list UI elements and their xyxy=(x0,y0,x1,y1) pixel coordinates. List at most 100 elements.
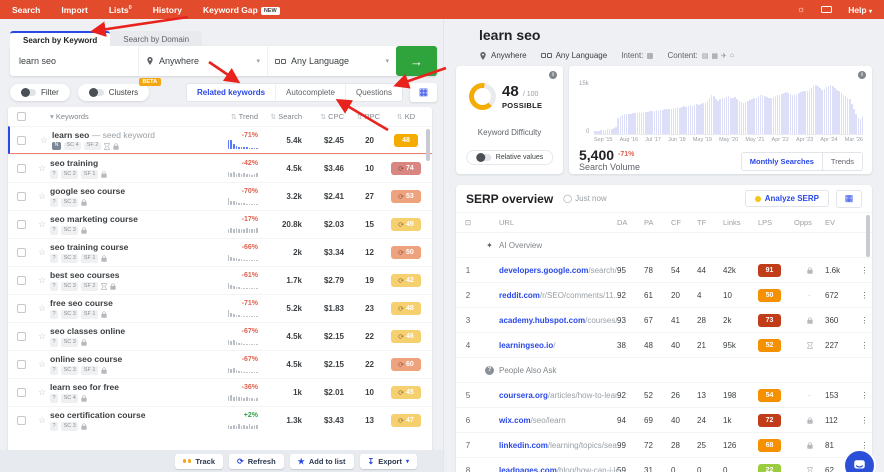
row-menu-icon[interactable]: ⋮ xyxy=(857,266,872,275)
relative-values-toggle[interactable]: Relative values xyxy=(465,150,554,165)
serp-columns-button[interactable]: ▦ xyxy=(836,189,862,208)
kd-refresh-badge[interactable]: ⟳ 48 xyxy=(391,302,421,315)
keyword-row[interactable]: ☆ online seo course? SC 3 SF 1 -67% 4.5k $2.15… xyxy=(8,350,432,378)
nav-item-search[interactable]: Search xyxy=(12,5,40,15)
col-keywords[interactable]: ▾ Keywords xyxy=(50,112,212,121)
star-icon[interactable]: ☆ xyxy=(34,331,50,342)
star-icon[interactable]: ☆ xyxy=(34,415,50,426)
row-menu-icon[interactable]: ⋮ xyxy=(857,416,872,425)
row-checkbox[interactable] xyxy=(17,192,26,201)
keyword-cell[interactable]: seo training course? SC 3 SF 1 xyxy=(50,242,212,263)
row-menu-icon[interactable]: ⋮ xyxy=(857,391,872,400)
result-url[interactable]: academy.hubspot.com/courses/s... xyxy=(499,316,617,325)
result-url[interactable]: learningseo.io/ xyxy=(499,341,617,350)
col-cpc[interactable]: ⇅ CPC xyxy=(308,112,350,121)
keyword-row[interactable]: ☆ seo training course? SC 3 SF 1 -66% 2k $3.34… xyxy=(8,238,432,266)
serp-result-row[interactable]: 2 reddit.com/r/SEO/comments/11... 92 61 20 4 1… xyxy=(456,282,872,307)
serp-result-row[interactable]: 4 learningseo.io/38 48 40 21 95k 52 227 ⋮ xyxy=(456,332,872,357)
serp-result-row[interactable]: 8 leadpages.com/blog/how-can-i-le...59 31 0… xyxy=(456,457,872,472)
button-monthly-searches[interactable]: Monthly Searches xyxy=(741,153,823,170)
add-to-list-button[interactable]: ★ Add to list xyxy=(289,453,354,469)
track-button[interactable]: Track xyxy=(174,453,224,469)
keyword-cell[interactable]: seo marketing course? SC 3 xyxy=(50,214,212,235)
language-select[interactable]: Any Language ▾ xyxy=(267,46,396,76)
keyword-row[interactable]: ☆ free seo course? SC 3 SF 1 -71% 5.2k $1.83 23… xyxy=(8,294,432,322)
col-trend[interactable]: ⇅ Trend xyxy=(212,112,264,121)
row-menu-icon[interactable]: ⋮ xyxy=(857,316,872,325)
select-all-checkbox[interactable] xyxy=(17,112,26,121)
keyword-cell[interactable]: learn seo for free? SC 4 xyxy=(50,382,212,403)
nav-item-keyword-gap[interactable]: Keyword Gap NEW xyxy=(203,5,280,15)
keyword-row[interactable]: ☆ learn seo for free? SC 4 -36% 1k $2.01 10 ⟳ 45 xyxy=(8,378,432,406)
export-button[interactable]: ↧ Export ▾ xyxy=(359,453,417,469)
row-checkbox[interactable] xyxy=(16,135,26,145)
serp-result-row[interactable]: 5 coursera.org/articles/how-to-lear... 92 5… xyxy=(456,382,872,407)
result-url[interactable]: wix.com/seo/learn xyxy=(499,416,617,425)
analyze-serp-button[interactable]: Analyze SERP xyxy=(744,190,829,207)
kd-refresh-badge[interactable]: ⟳ 46 xyxy=(391,330,421,343)
keyword-cell[interactable]: google seo course? SC 3 xyxy=(50,186,212,207)
star-icon[interactable]: ☆ xyxy=(34,191,50,202)
row-checkbox[interactable] xyxy=(17,388,26,397)
keyword-row[interactable]: ☆ seo marketing course? SC 3 -17% 20.8k $2.03… xyxy=(8,210,432,238)
keyword-row[interactable]: ☆ seo training? SC 2 SF 1 -42% 4.5k $3.46 10 ⟳ 74 xyxy=(8,154,432,182)
kd-refresh-badge[interactable]: ⟳ 47 xyxy=(391,414,421,427)
result-url[interactable]: leadpages.com/blog/how-can-i-le... xyxy=(499,466,617,472)
keyword-cell[interactable]: learn seo — seed keyword N SC 4 SF 2 xyxy=(52,130,212,151)
nav-item-lists[interactable]: Lists0 xyxy=(109,5,132,15)
serp-result-row[interactable]: 3 academy.hubspot.com/courses/s...93 67 41 2… xyxy=(456,307,872,332)
keyword-row[interactable]: ☆ learn seo — seed keyword N SC 4 SF 2 -71% 5.… xyxy=(8,126,432,154)
star-icon[interactable]: ☆ xyxy=(34,163,50,174)
row-checkbox[interactable] xyxy=(17,164,26,173)
col-kd[interactable]: ⇅ KD xyxy=(380,112,432,121)
keyword-cell[interactable]: seo classes online? SC 3 xyxy=(50,326,212,347)
row-menu-icon[interactable]: ⋮ xyxy=(857,291,872,300)
row-checkbox[interactable] xyxy=(17,360,26,369)
kd-refresh-badge[interactable]: ⟳ 42 xyxy=(391,274,421,287)
keyword-row[interactable]: ☆ seo classes online? SC 3 -67% 4.5k $2.15 22 ⟳… xyxy=(8,322,432,350)
keyword-cell[interactable]: free seo course? SC 3 SF 1 xyxy=(50,298,212,319)
result-url[interactable]: coursera.org/articles/how-to-lear... xyxy=(499,391,617,400)
theme-icon[interactable]: ☼ xyxy=(797,5,805,14)
kd-refresh-badge[interactable]: ⟳ 49 xyxy=(391,218,421,231)
row-menu-icon[interactable]: ⋮ xyxy=(857,341,872,350)
expand-icon[interactable]: ⊡ xyxy=(456,218,480,227)
row-checkbox[interactable] xyxy=(17,248,26,257)
kd-refresh-badge[interactable]: ⟳ 45 xyxy=(391,386,421,399)
help-menu[interactable]: Help ▾ xyxy=(848,5,872,15)
serp-result-row[interactable]: 7 linkedin.com/learning/topics/sea... 99 72… xyxy=(456,432,872,457)
tab-related-keywords[interactable]: Related keywords xyxy=(187,83,277,101)
video-icon[interactable] xyxy=(821,6,833,13)
button-trends[interactable]: Trends xyxy=(822,153,862,170)
search-submit-button[interactable]: → xyxy=(396,46,437,76)
info-icon[interactable]: i xyxy=(549,71,557,79)
row-checkbox[interactable] xyxy=(17,332,26,341)
star-icon[interactable]: ☆ xyxy=(36,135,52,146)
star-icon[interactable]: ☆ xyxy=(34,275,50,286)
kd-badge[interactable]: 48 xyxy=(394,133,418,147)
kd-refresh-badge[interactable]: ⟳ 53 xyxy=(391,190,421,203)
star-icon[interactable]: ☆ xyxy=(34,359,50,370)
result-url[interactable]: reddit.com/r/SEO/comments/11... xyxy=(499,291,617,300)
kd-refresh-badge[interactable]: ⟳ 60 xyxy=(391,358,421,371)
location-select[interactable]: Anywhere ▾ xyxy=(138,46,267,76)
nav-item-history[interactable]: History xyxy=(153,5,182,15)
star-icon[interactable]: ☆ xyxy=(34,387,50,398)
row-checkbox[interactable] xyxy=(17,276,26,285)
refresh-button[interactable]: ⟳ Refresh xyxy=(229,453,284,469)
col-search[interactable]: ⇅ Search xyxy=(264,112,308,121)
star-icon[interactable]: ☆ xyxy=(34,303,50,314)
keyword-cell[interactable]: best seo courses? SC 3 SF 2 xyxy=(50,270,212,291)
tab-autocomplete[interactable]: Autocomplete xyxy=(276,83,346,101)
row-checkbox[interactable] xyxy=(17,416,26,425)
kd-refresh-badge[interactable]: ⟳ 50 xyxy=(391,246,421,259)
keyword-cell[interactable]: seo training? SC 2 SF 1 xyxy=(50,158,212,179)
columns-button[interactable]: ▦ xyxy=(410,82,437,102)
keyword-cell[interactable]: seo certification course? SC 3 xyxy=(50,410,212,431)
serp-scrollbar[interactable] xyxy=(866,215,870,257)
result-url[interactable]: linkedin.com/learning/topics/sea... xyxy=(499,441,617,450)
serp-result-row[interactable]: 1 developers.google.com/search/d...95 78 54… xyxy=(456,257,872,282)
nav-item-import[interactable]: Import xyxy=(61,5,87,15)
toggle-clusters[interactable]: Clusters BETA xyxy=(77,77,162,101)
tab-questions[interactable]: Questions xyxy=(346,84,402,101)
